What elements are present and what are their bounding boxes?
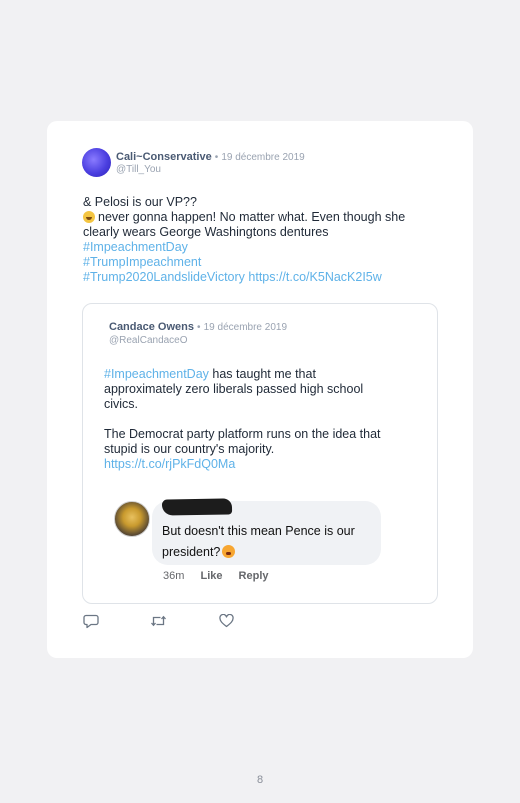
quoted-line: The Democrat party platform runs on the …	[104, 427, 381, 441]
tweet-date[interactable]: 19 décembre 2019	[221, 152, 304, 163]
quoted-author-name[interactable]: Candace Owens • 19 décembre 2019	[109, 321, 287, 333]
comment-text: But doesn't this mean Pence is our presi…	[162, 521, 377, 563]
page-number: 8	[256, 774, 264, 786]
tweet-line-text: never gonna happen! No matter what. Even…	[98, 210, 406, 224]
like-icon[interactable]	[219, 614, 234, 628]
tweet-url-link[interactable]: https://t.co/K5NacK2I5w	[248, 270, 381, 284]
quoted-line: #ImpeachmentDay has taught me that	[104, 367, 424, 382]
hashtag-link[interactable]: #ImpeachmentDay	[104, 367, 209, 381]
fb-comment-screenshot: But doesn't this mean Pence is our presi…	[114, 498, 389, 591]
comment-reply-label: Reply	[238, 570, 269, 582]
author-handle[interactable]: @Till_You	[116, 164, 161, 175]
separator-dot: •	[214, 152, 219, 163]
comment-time: 36m	[163, 570, 185, 582]
tweet-line: & Pelosi is our VP??	[83, 195, 197, 209]
weary-emoji-icon	[222, 545, 236, 558]
author-avatar[interactable]	[82, 148, 111, 177]
quoted-tweet[interactable]: Candace Owens • 19 décembre 2019 @RealCa…	[82, 303, 438, 604]
tweet-line: never gonna happen! No matter what. Even…	[83, 210, 443, 225]
comment-line: president?	[162, 542, 377, 563]
tweet-line: #Trump2020LandslideVictory https://t.co/…	[83, 270, 443, 285]
quoted-line: stupid is our country's majority.	[104, 442, 275, 456]
hashtag-link[interactable]: #Trump2020LandslideVictory	[83, 270, 245, 284]
retweet-icon[interactable]	[150, 614, 167, 628]
quoted-tweet-text: #ImpeachmentDay has taught me that appro…	[104, 367, 424, 472]
quoted-line-text: has taught me that	[208, 367, 316, 381]
quoted-line: civics.	[104, 397, 139, 411]
comment-line: But doesn't this mean Pence is our	[162, 524, 355, 538]
quoted-url-link[interactable]: https://t.co/rjPkFdQ0Ma	[104, 457, 424, 472]
quoted-tweet-date[interactable]: 19 décembre 2019	[204, 322, 287, 333]
quoted-author-name-text[interactable]: Candace Owens	[109, 321, 194, 333]
comment-line-text: president?	[162, 545, 221, 559]
quoted-author-handle[interactable]: @RealCandaceO	[109, 335, 188, 346]
tweet-line: clearly wears George Washingtons denture…	[83, 225, 329, 239]
author-name-text[interactable]: Cali~Conservative	[116, 151, 212, 163]
comment-like-label: Like	[200, 570, 223, 582]
redacted-name	[161, 498, 233, 516]
hashtag-link[interactable]: #ImpeachmentDay	[83, 240, 443, 255]
hashtag-link[interactable]: #TrumpImpeachment	[83, 255, 443, 270]
tweet-text: & Pelosi is our VP?? never gonna happen!…	[83, 195, 443, 285]
reply-icon[interactable]	[83, 614, 99, 629]
quoted-line: approximately zero liberals passed high …	[104, 382, 364, 396]
comment-bubble: But doesn't this mean Pence is our presi…	[152, 498, 381, 565]
author-name[interactable]: Cali~Conservative • 19 décembre 2019	[116, 151, 305, 163]
commenter-avatar	[114, 501, 150, 537]
comment-actions: 36m Like Reply	[163, 570, 282, 582]
rofl-emoji-icon	[83, 211, 95, 223]
separator-dot: •	[197, 322, 201, 333]
tweet-card: Cali~Conservative • 19 décembre 2019 @Ti…	[47, 121, 473, 658]
